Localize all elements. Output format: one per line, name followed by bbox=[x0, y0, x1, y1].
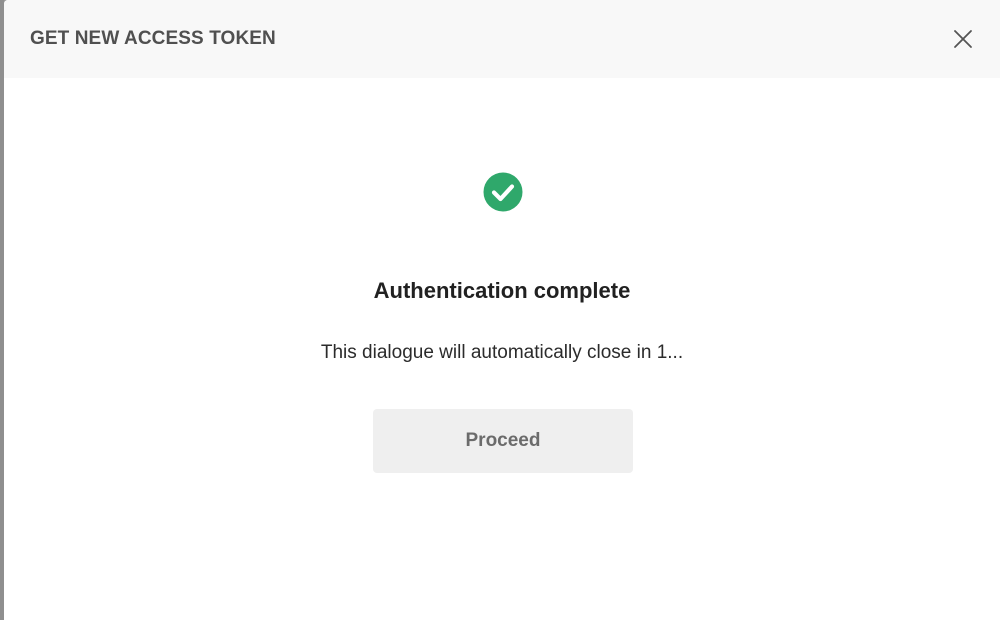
dialog-title: GET NEW ACCESS TOKEN bbox=[30, 28, 276, 49]
status-heading: Authentication complete bbox=[373, 278, 631, 303]
close-icon bbox=[954, 30, 972, 48]
access-token-dialog: GET NEW ACCESS TOKEN Authentication comp… bbox=[4, 0, 1000, 620]
check-circle-icon bbox=[483, 172, 523, 212]
close-button[interactable] bbox=[950, 26, 976, 52]
proceed-button[interactable]: Proceed bbox=[373, 409, 633, 473]
status-message: This dialogue will automatically close i… bbox=[320, 342, 684, 363]
dialog-body: Authentication complete This dialogue wi… bbox=[4, 78, 1000, 620]
dialog-header: GET NEW ACCESS TOKEN bbox=[4, 0, 1000, 78]
